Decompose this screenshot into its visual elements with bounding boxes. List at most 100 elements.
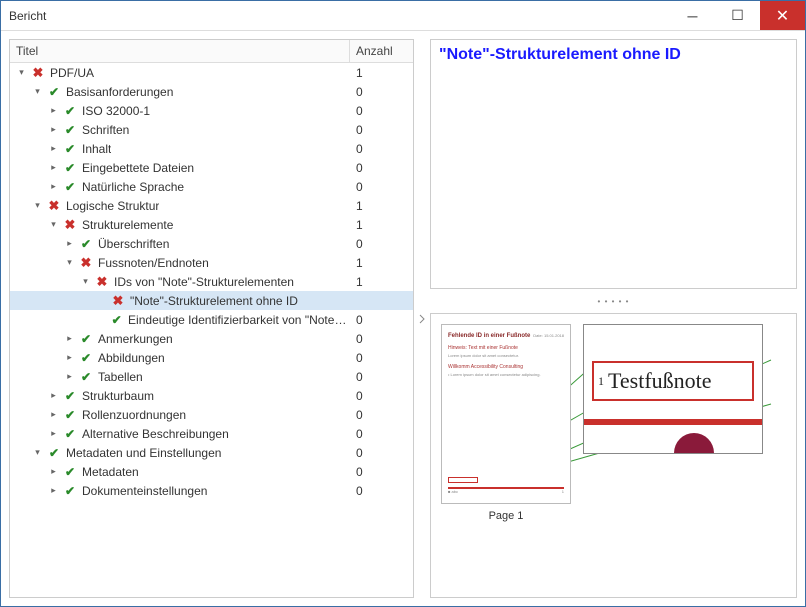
expand-icon[interactable]: ▸ [48,390,59,401]
zoom-detail[interactable]: 1 Testfußnote [583,324,763,454]
expand-icon[interactable]: ▸ [48,181,59,192]
expand-icon[interactable]: ▸ [48,409,59,420]
check-icon: ✔ [62,483,78,499]
tree-row[interactable]: ▸✔ Rollenzuordnungen 0 [10,405,413,424]
tree-row[interactable]: ▾✖Strukturelemente1 [10,215,413,234]
expand-icon[interactable]: ▸ [64,333,75,344]
tree-row[interactable]: ▸✔Abbildungen0 [10,348,413,367]
tree-row[interactable]: ▸✔Inhalt0 [10,139,413,158]
expand-icon[interactable]: ▸ [48,143,59,154]
expand-icon[interactable]: ▸ [48,162,59,173]
tree-row[interactable]: ▸✔ Strukturbaum 0 [10,386,413,405]
tree-item-count: 0 [350,408,409,422]
tree-item-count: 0 [350,465,409,479]
check-icon: ✔ [46,445,62,461]
tree-row[interactable]: ▾✖ Logische Struktur 1 [10,196,413,215]
tree-row[interactable]: ▸✔Eingebettete Dateien0 [10,158,413,177]
tree-item-count: 0 [350,85,409,99]
tree-row[interactable]: ▸✔Natürliche Sprache0 [10,177,413,196]
horizontal-splitter[interactable]: • • • • • [430,297,797,305]
tree-item-count: 0 [350,389,409,403]
collapse-icon[interactable]: ▾ [32,86,43,97]
tree-item-label: Strukturbaum [82,389,154,403]
tree-item-count: 0 [350,427,409,441]
tree-row[interactable]: ▾✖PDF/UA1 [10,63,413,82]
preview-panel: Date: 15.01.2018 Fehlende ID in einer Fu… [430,313,797,598]
tree-item-count: 0 [350,237,409,251]
page-thumbnail[interactable]: Date: 15.01.2018 Fehlende ID in einer Fu… [441,324,571,522]
check-icon: ✔ [62,464,78,480]
tree-row[interactable]: ▸✔ Dokumenteinstellungen 0 [10,481,413,500]
close-button[interactable]: ✕ [760,1,805,30]
expand-icon[interactable]: ▸ [48,124,59,135]
check-icon: ✔ [78,369,94,385]
footnote-zoom-highlight: 1 Testfußnote [592,361,754,401]
tree-item-label: Alternative Beschreibungen [82,427,229,441]
tree-row[interactable]: ▸✔Alternative Beschreibungen0 [10,424,413,443]
tree-row[interactable]: ▸✔Tabellen0 [10,367,413,386]
tree-row[interactable]: ✖"Note"-Strukturelement ohne ID [10,291,413,310]
tree-item-count: 0 [350,123,409,137]
toggle-spacer [96,314,106,325]
expand-icon[interactable]: ▸ [48,428,59,439]
collapse-icon[interactable]: ▾ [32,200,43,211]
tree-item-count: 1 [350,66,409,80]
collapse-icon[interactable]: ▾ [80,276,91,287]
tree-row[interactable]: ▸✔Überschriften0 [10,234,413,253]
tree-item-label: Dokumenteinstellungen [82,484,207,498]
check-icon: ✔ [62,388,78,404]
tree-item-count: 0 [350,351,409,365]
tree-row[interactable]: ▾✖Fussnoten/Endnoten1 [10,253,413,272]
expand-icon[interactable]: ▸ [48,105,59,116]
tree-item-count: 0 [350,332,409,346]
vertical-splitter[interactable] [418,39,426,598]
tree-item-label: Metadaten [82,465,139,479]
tree-row[interactable]: ▸✔Anmerkungen0 [10,329,413,348]
error-icon: ✖ [46,198,62,214]
tree-row[interactable]: ▾✖IDs von "Note"-Strukturelementen1 [10,272,413,291]
tree-item-label: Basisanforderungen [66,85,173,99]
tree-item-count: 0 [350,484,409,498]
tree-row[interactable]: ▸✔Schriften0 [10,120,413,139]
tree-item-label: Rollenzuordnungen [82,408,186,422]
tree-item-label: Metadaten und Einstellungen [66,446,221,460]
detail-heading: "Note"-Strukturelement ohne ID [439,46,788,64]
tree-row[interactable]: ▸✔ISO 32000-10 [10,101,413,120]
tree-row[interactable]: ▸✔ Metadaten 0 [10,462,413,481]
expand-icon[interactable]: ▸ [64,371,75,382]
tree-item-count: 0 [350,180,409,194]
tree-item-label: Fussnoten/Endnoten [98,256,209,270]
collapse-icon[interactable]: ▾ [32,447,43,458]
column-count[interactable]: Anzahl [350,40,413,62]
tree-item-count: 1 [350,275,409,289]
tree-item-label: Eingebettete Dateien [82,161,194,175]
tree-item-count: 1 [350,256,409,270]
tree-row[interactable]: ✔ Eindeutige Identifizierbarkeit von "Not… [10,310,413,329]
expand-icon[interactable]: ▸ [48,485,59,496]
tree-item-label: Überschriften [98,237,169,251]
expand-icon[interactable]: ▸ [64,352,75,363]
tree-item-count: 1 [350,199,409,213]
page-image: Date: 15.01.2018 Fehlende ID in einer Fu… [441,324,571,504]
tree-item-label: IDs von "Note"-Strukturelementen [114,275,294,289]
column-title[interactable]: Titel [10,40,350,62]
collapse-icon[interactable]: ▾ [48,219,59,230]
report-window: Bericht ─ ☐ ✕ Titel Anzahl ▾✖PDF/UA1▾✔Ba… [0,0,806,607]
collapse-icon[interactable]: ▾ [64,257,75,268]
minimize-button[interactable]: ─ [670,1,715,30]
tree-body[interactable]: ▾✖PDF/UA1▾✔Basisanforderungen0▸✔ISO 3200… [10,63,413,597]
tree-item-label: Schriften [82,123,129,137]
tree-row[interactable]: ▾✔Metadaten und Einstellungen0 [10,443,413,462]
check-icon: ✔ [62,407,78,423]
tree-item-label: Strukturelemente [82,218,173,232]
maximize-button[interactable]: ☐ [715,1,760,30]
tree-panel: Titel Anzahl ▾✖PDF/UA1▾✔Basisanforderung… [9,39,414,598]
expand-icon[interactable]: ▸ [48,466,59,477]
collapse-icon[interactable]: ▾ [16,67,27,78]
expand-icon[interactable]: ▸ [64,238,75,249]
tree-row[interactable]: ▾✔Basisanforderungen0 [10,82,413,101]
tree-item-label: Logische Struktur [66,199,159,213]
check-icon: ✔ [109,312,124,328]
tree-item-count: 1 [350,218,409,232]
tree-item-label: Eindeutige Identifizierbarkeit von "Note… [128,313,350,327]
